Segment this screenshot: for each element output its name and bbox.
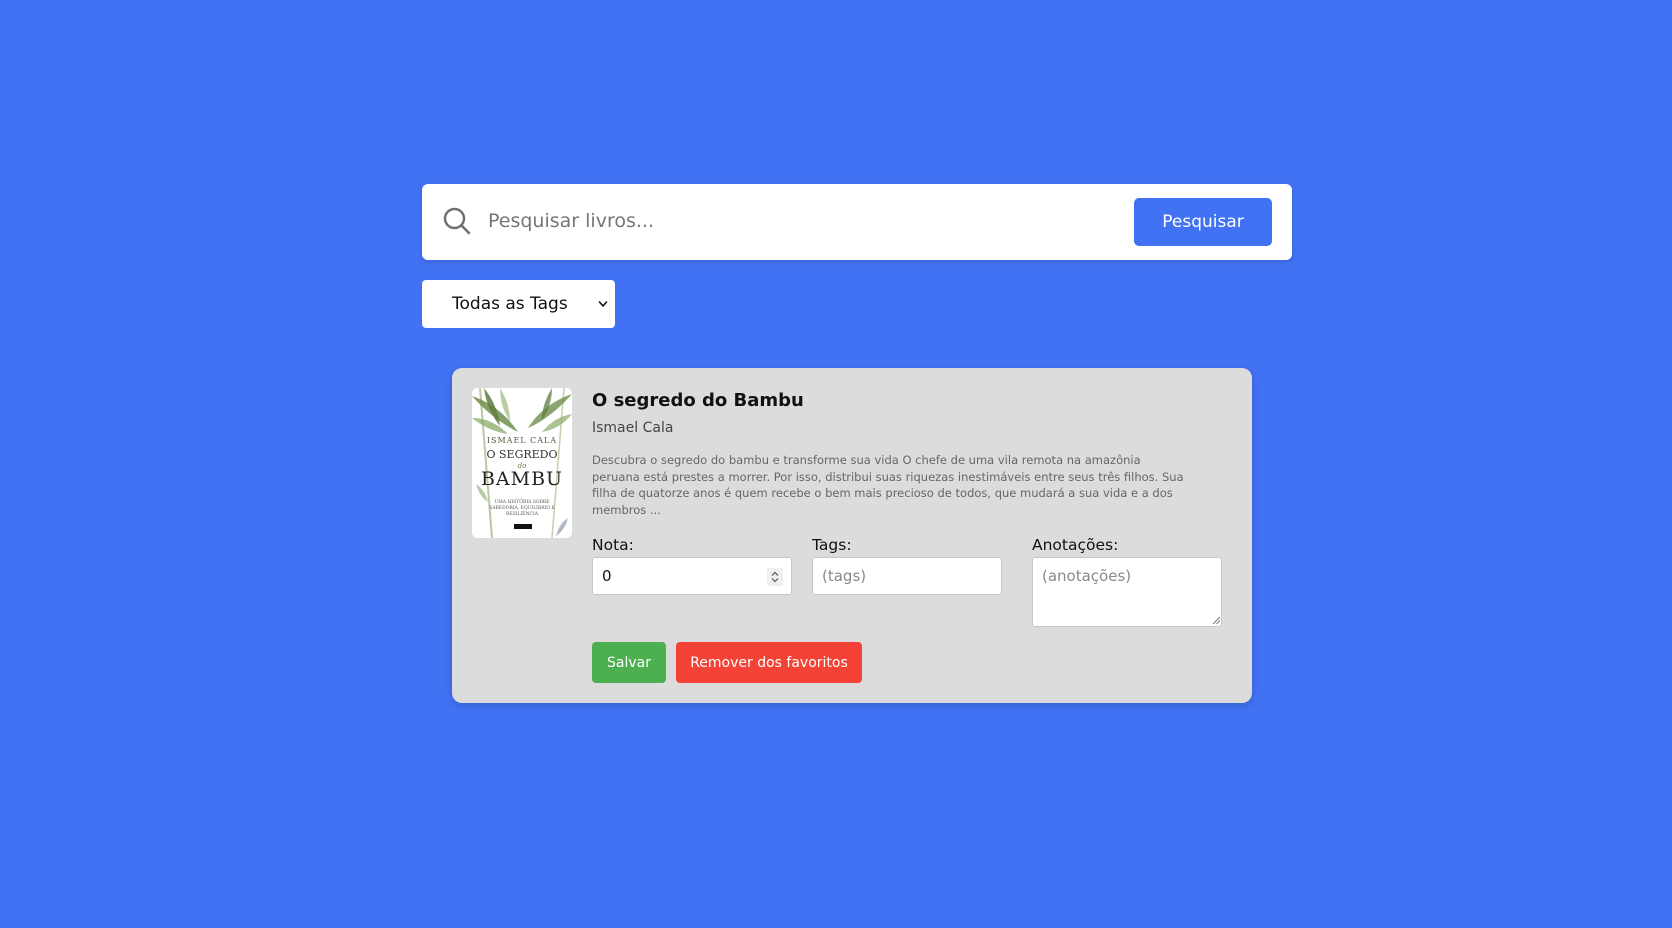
tags-input[interactable] [812, 557, 1002, 595]
search-bar: Pesquisar [422, 184, 1292, 260]
book-author: Ismael Cala [592, 420, 674, 436]
search-input[interactable] [486, 198, 1050, 244]
book-cover-image: ISMAEL CALA O SEGREDO do BAMBU UMA HISTÓ… [472, 388, 572, 538]
book-title: O segredo do Bambu [592, 390, 804, 411]
cover-title-top-text: O SEGREDO [486, 448, 558, 461]
save-button[interactable]: Salvar [592, 642, 666, 683]
book-card: ISMAEL CALA O SEGREDO do BAMBU UMA HISTÓ… [452, 368, 1252, 703]
nota-value: 0 [602, 567, 612, 585]
cover-title-main-text: BAMBU [480, 468, 564, 490]
chevron-down-icon [598, 301, 608, 307]
resize-grip-icon[interactable] [1212, 616, 1221, 625]
nota-number-input[interactable]: 0 [592, 557, 792, 595]
number-stepper-icon[interactable] [767, 568, 783, 586]
tag-filter-selected-value: Todas as Tags [452, 294, 568, 314]
cover-author-text: ISMAEL CALA [486, 436, 558, 445]
tags-label: Tags: [812, 536, 852, 554]
notes-label: Anotações: [1032, 536, 1119, 554]
notes-textarea[interactable] [1032, 557, 1222, 627]
search-button[interactable]: Pesquisar [1134, 198, 1272, 246]
nota-label: Nota: [592, 536, 634, 554]
tag-filter-select[interactable]: Todas as Tags [422, 280, 615, 328]
remove-favorite-button[interactable]: Remover dos favoritos [676, 642, 862, 683]
publisher-logo [514, 524, 532, 529]
search-icon [443, 207, 471, 235]
book-description: Descubra o segredo do bambu e transforme… [592, 453, 1184, 517]
cover-subtitle-text: UMA HISTÓRIA SOBRE SABEDORIA, EQUILÍBRIO… [489, 500, 555, 517]
